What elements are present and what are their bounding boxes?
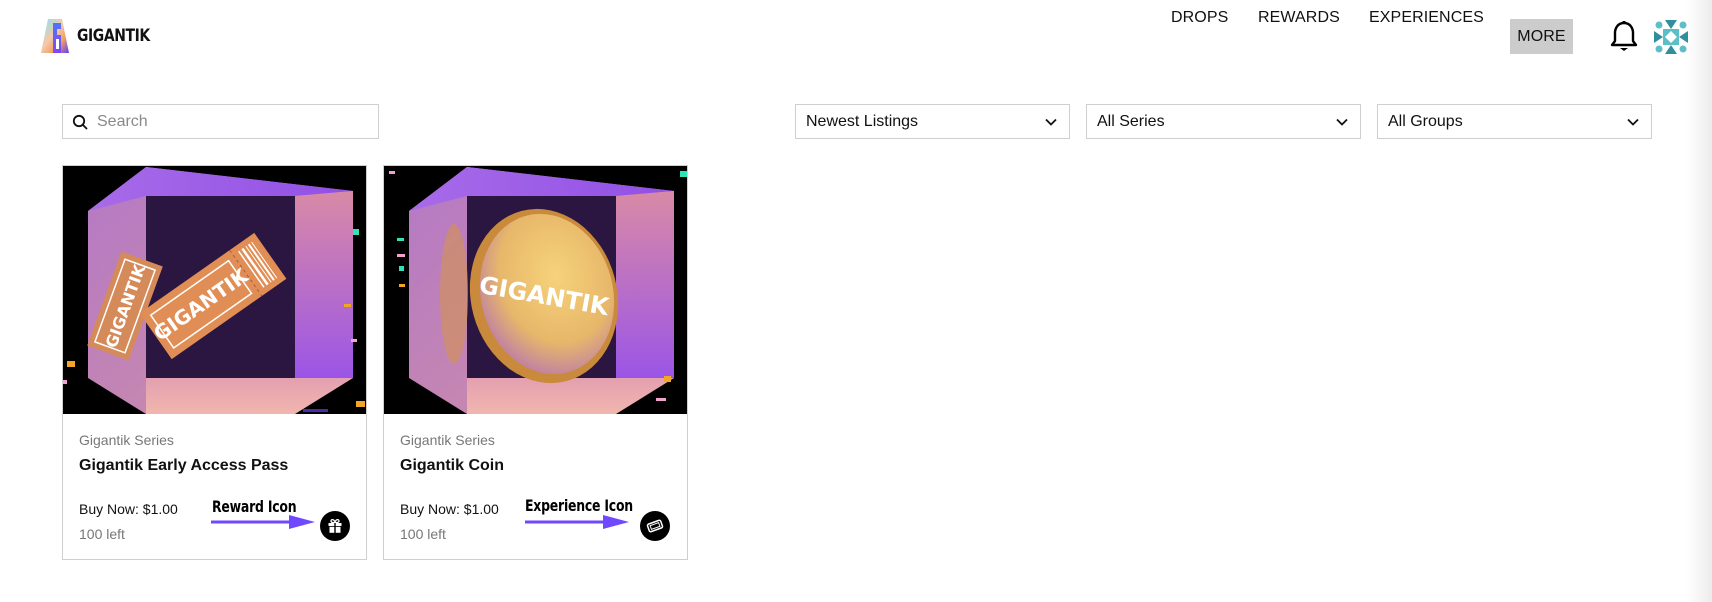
- search-field[interactable]: [62, 104, 379, 139]
- sort-select[interactable]: Newest Listings: [795, 104, 1070, 139]
- nav-more[interactable]: MORE: [1510, 19, 1573, 54]
- listing-title[interactable]: Gigantik Early Access Pass: [79, 457, 288, 475]
- listing-image-ticket-cube[interactable]: GIGANTIK GIGANTIK: [63, 166, 366, 414]
- groups-select[interactable]: All Groups: [1377, 104, 1652, 139]
- listing-series: Gigantik Series: [79, 432, 174, 448]
- listing-stock: 100 left: [79, 526, 125, 542]
- listing-image-coin-cube[interactable]: GIGANTIK: [384, 166, 687, 414]
- search-input[interactable]: [97, 112, 367, 131]
- search-icon: [72, 114, 88, 129]
- chevron-down-icon: [1627, 118, 1639, 126]
- annotation-label: Reward Icon: [212, 497, 297, 516]
- annotation-arrow-icon: [525, 515, 629, 529]
- gift-icon: [328, 518, 342, 533]
- annotation-label: Experience Icon: [525, 496, 633, 515]
- nav-rewards[interactable]: REWARDS: [1258, 0, 1340, 35]
- listing-series: Gigantik Series: [400, 432, 495, 448]
- avatar[interactable]: [1654, 20, 1688, 54]
- nav-experiences[interactable]: EXPERIENCES: [1369, 0, 1484, 35]
- nav-drops[interactable]: DROPS: [1171, 0, 1228, 35]
- gigantik-logo-icon: [41, 19, 69, 53]
- listing-title[interactable]: Gigantik Coin: [400, 457, 504, 475]
- series-select-value: All Series: [1097, 112, 1165, 130]
- chevron-down-icon: [1336, 118, 1348, 126]
- groups-select-value: All Groups: [1388, 112, 1463, 130]
- page-scrollbar-track[interactable]: [1686, 0, 1712, 602]
- listing-price: Buy Now: $1.00: [400, 501, 499, 517]
- listing-price: Buy Now: $1.00: [79, 501, 178, 517]
- listing-card[interactable]: GIGANTIK GIGANTIK Gigantik Series Gigant…: [62, 165, 367, 560]
- reward-type-badge[interactable]: [320, 511, 350, 541]
- sort-select-value: Newest Listings: [806, 112, 919, 130]
- brand-logo[interactable]: GIGANTIK: [39, 17, 166, 55]
- listing-stock: 100 left: [400, 526, 446, 542]
- ticket-icon: [646, 519, 664, 533]
- experience-type-badge[interactable]: [640, 511, 670, 541]
- listing-card[interactable]: GIGANTIK Gigantik Series Gigantik Coin B…: [383, 165, 688, 560]
- bell-icon[interactable]: [1609, 20, 1639, 54]
- chevron-down-icon: [1045, 118, 1057, 126]
- series-select[interactable]: All Series: [1086, 104, 1361, 139]
- brand-name: GIGANTIK: [77, 26, 150, 46]
- annotation-arrow-icon: [211, 515, 315, 529]
